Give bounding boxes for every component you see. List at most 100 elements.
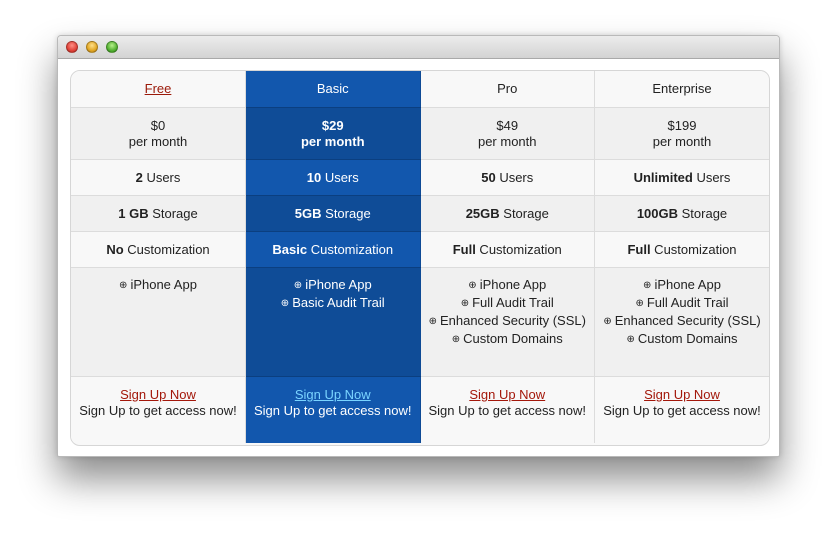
storage-amount: 5GB [294,205,322,221]
feature-label: iPhone App [479,277,547,292]
signup-cell: Sign Up Now Sign Up to get access now! [245,376,421,443]
feature-label: Full Audit Trail [472,295,554,310]
feature-item: ⊕ iPhone App [601,277,763,295]
price-period: per month [300,133,365,149]
storage-cell: 100GB Storage [594,195,769,232]
zoom-window-button[interactable] [106,41,118,53]
features-cell: ⊕ iPhone App ⊕ Basic Audit Trail [245,267,421,377]
plan-link-free[interactable]: Free [145,81,172,96]
price-period: per month [128,133,188,149]
customization-cell: Full Customization [420,231,595,268]
circled-plus-icon: ⊕ [451,334,461,345]
plan-name-pro: Pro [420,71,595,108]
signup-description: Sign Up to get access now! [253,403,412,418]
features-row: ⊕ iPhone App ⊕ iPhone App ⊕ Basic Audit Tra… [71,267,769,377]
signup-link-free[interactable]: Sign Up Now [120,387,196,402]
storage-cell: 25GB Storage [420,195,595,232]
users-cell: 10 Users [245,159,421,196]
circled-plus-icon: ⊕ [635,298,644,309]
customization-label: Customization [650,241,737,257]
browser-window: Free Basic Pro Enterprise $0 per month $2… [57,35,780,457]
storage-label: Storage [321,205,371,221]
plan-name-enterprise: Enterprise [594,71,769,108]
circled-plus-icon: ⊕ [468,280,477,291]
users-count: 2 [135,169,143,185]
feature-item: ⊕ Full Audit Trail [601,295,763,313]
signup-link-enterprise[interactable]: Sign Up Now [644,387,720,402]
users-label: Users [495,169,534,185]
price-cell: $49 per month [420,107,595,160]
circled-plus-icon: ⊕ [280,298,290,309]
price-cell: $29 per month [245,107,421,160]
feature-item: ⊕ Custom Domains [427,331,589,349]
circled-plus-icon: ⊕ [643,280,652,291]
plan-name-row: Free Basic Pro Enterprise [71,71,769,108]
circled-plus-icon: ⊕ [460,298,470,309]
circled-plus-icon: ⊕ [428,316,437,327]
features-cell: ⊕ iPhone App ⊕ Full Audit Trail ⊕ Enhanced … [594,267,769,377]
circled-plus-icon: ⊕ [603,316,612,327]
feature-item: ⊕ iPhone App [252,277,414,295]
storage-cell: 1 GB Storage [71,195,246,232]
signup-cell: Sign Up Now Sign Up to get access now! [420,376,595,443]
users-cell: 50 Users [420,159,595,196]
price-period: per month [477,133,537,149]
circled-plus-icon: ⊕ [626,334,635,345]
feature-label: Custom Domains [463,331,563,346]
customization-row: No Customization Basic Customization Ful… [71,231,769,268]
customization-cell: Full Customization [594,231,769,268]
storage-label: Storage [678,205,728,221]
close-window-button[interactable] [66,41,78,53]
storage-label: Storage [148,205,198,221]
price-value: $49 [496,117,519,133]
signup-link-basic[interactable]: Sign Up Now [295,387,371,402]
circled-plus-icon: ⊕ [119,280,128,291]
users-row: 2 Users 10 Users 50 Users Unlimited User… [71,159,769,196]
storage-amount: 100GB [636,205,679,221]
customization-label: Customization [475,241,562,257]
feature-item: ⊕ Basic Audit Trail [252,295,414,313]
customization-label: Customization [123,241,210,257]
users-cell: Unlimited Users [594,159,769,196]
features-cell: ⊕ iPhone App ⊕ Full Audit Trail ⊕ Enhanced … [420,267,595,377]
signup-row: Sign Up Now Sign Up to get access now! S… [71,376,769,443]
storage-row: 1 GB Storage 5GB Storage 25GB Storage 10… [71,195,769,232]
feature-label: Enhanced Security (SSL) [439,313,586,328]
users-label: Users [142,169,181,185]
users-count: 10 [306,169,322,185]
price-value: $29 [321,117,344,133]
pricing-table: Free Basic Pro Enterprise $0 per month $2… [70,70,770,446]
storage-amount: 25GB [465,205,500,221]
storage-cell: 5GB Storage [245,195,421,232]
feature-label: iPhone App [130,277,197,292]
storage-label: Storage [499,205,549,221]
signup-description: Sign Up to get access now! [428,403,587,418]
feature-item: ⊕ Custom Domains [601,331,763,349]
users-count: Unlimited [633,169,693,185]
customization-cell: No Customization [71,231,246,268]
feature-label: Full Audit Trail [646,295,729,310]
signup-description: Sign Up to get access now! [79,403,237,418]
storage-amount: 1 GB [118,205,149,221]
price-cell: $199 per month [594,107,769,160]
feature-item: ⊕ Enhanced Security (SSL) [601,313,763,331]
plan-name-basic: Basic [245,71,421,108]
price-period: per month [652,133,712,149]
users-label: Users [692,169,731,185]
signup-link-pro[interactable]: Sign Up Now [469,387,545,402]
customization-level: No [106,241,124,257]
minimize-window-button[interactable] [86,41,98,53]
circled-plus-icon: ⊕ [293,280,303,291]
feature-label: Enhanced Security (SSL) [614,313,761,328]
customization-level: Basic [272,241,308,257]
window-titlebar [58,36,779,59]
feature-item: ⊕ Enhanced Security (SSL) [427,313,589,331]
feature-label: Custom Domains [637,331,738,346]
feature-label: iPhone App [654,277,721,292]
price-row: $0 per month $29 per month $49 per month $1… [71,107,769,160]
customization-label: Customization [307,241,394,257]
feature-item: ⊕ iPhone App [77,277,239,295]
users-label: Users [321,169,359,185]
feature-label: Basic Audit Trail [292,295,385,310]
signup-cell: Sign Up Now Sign Up to get access now! [594,376,769,443]
